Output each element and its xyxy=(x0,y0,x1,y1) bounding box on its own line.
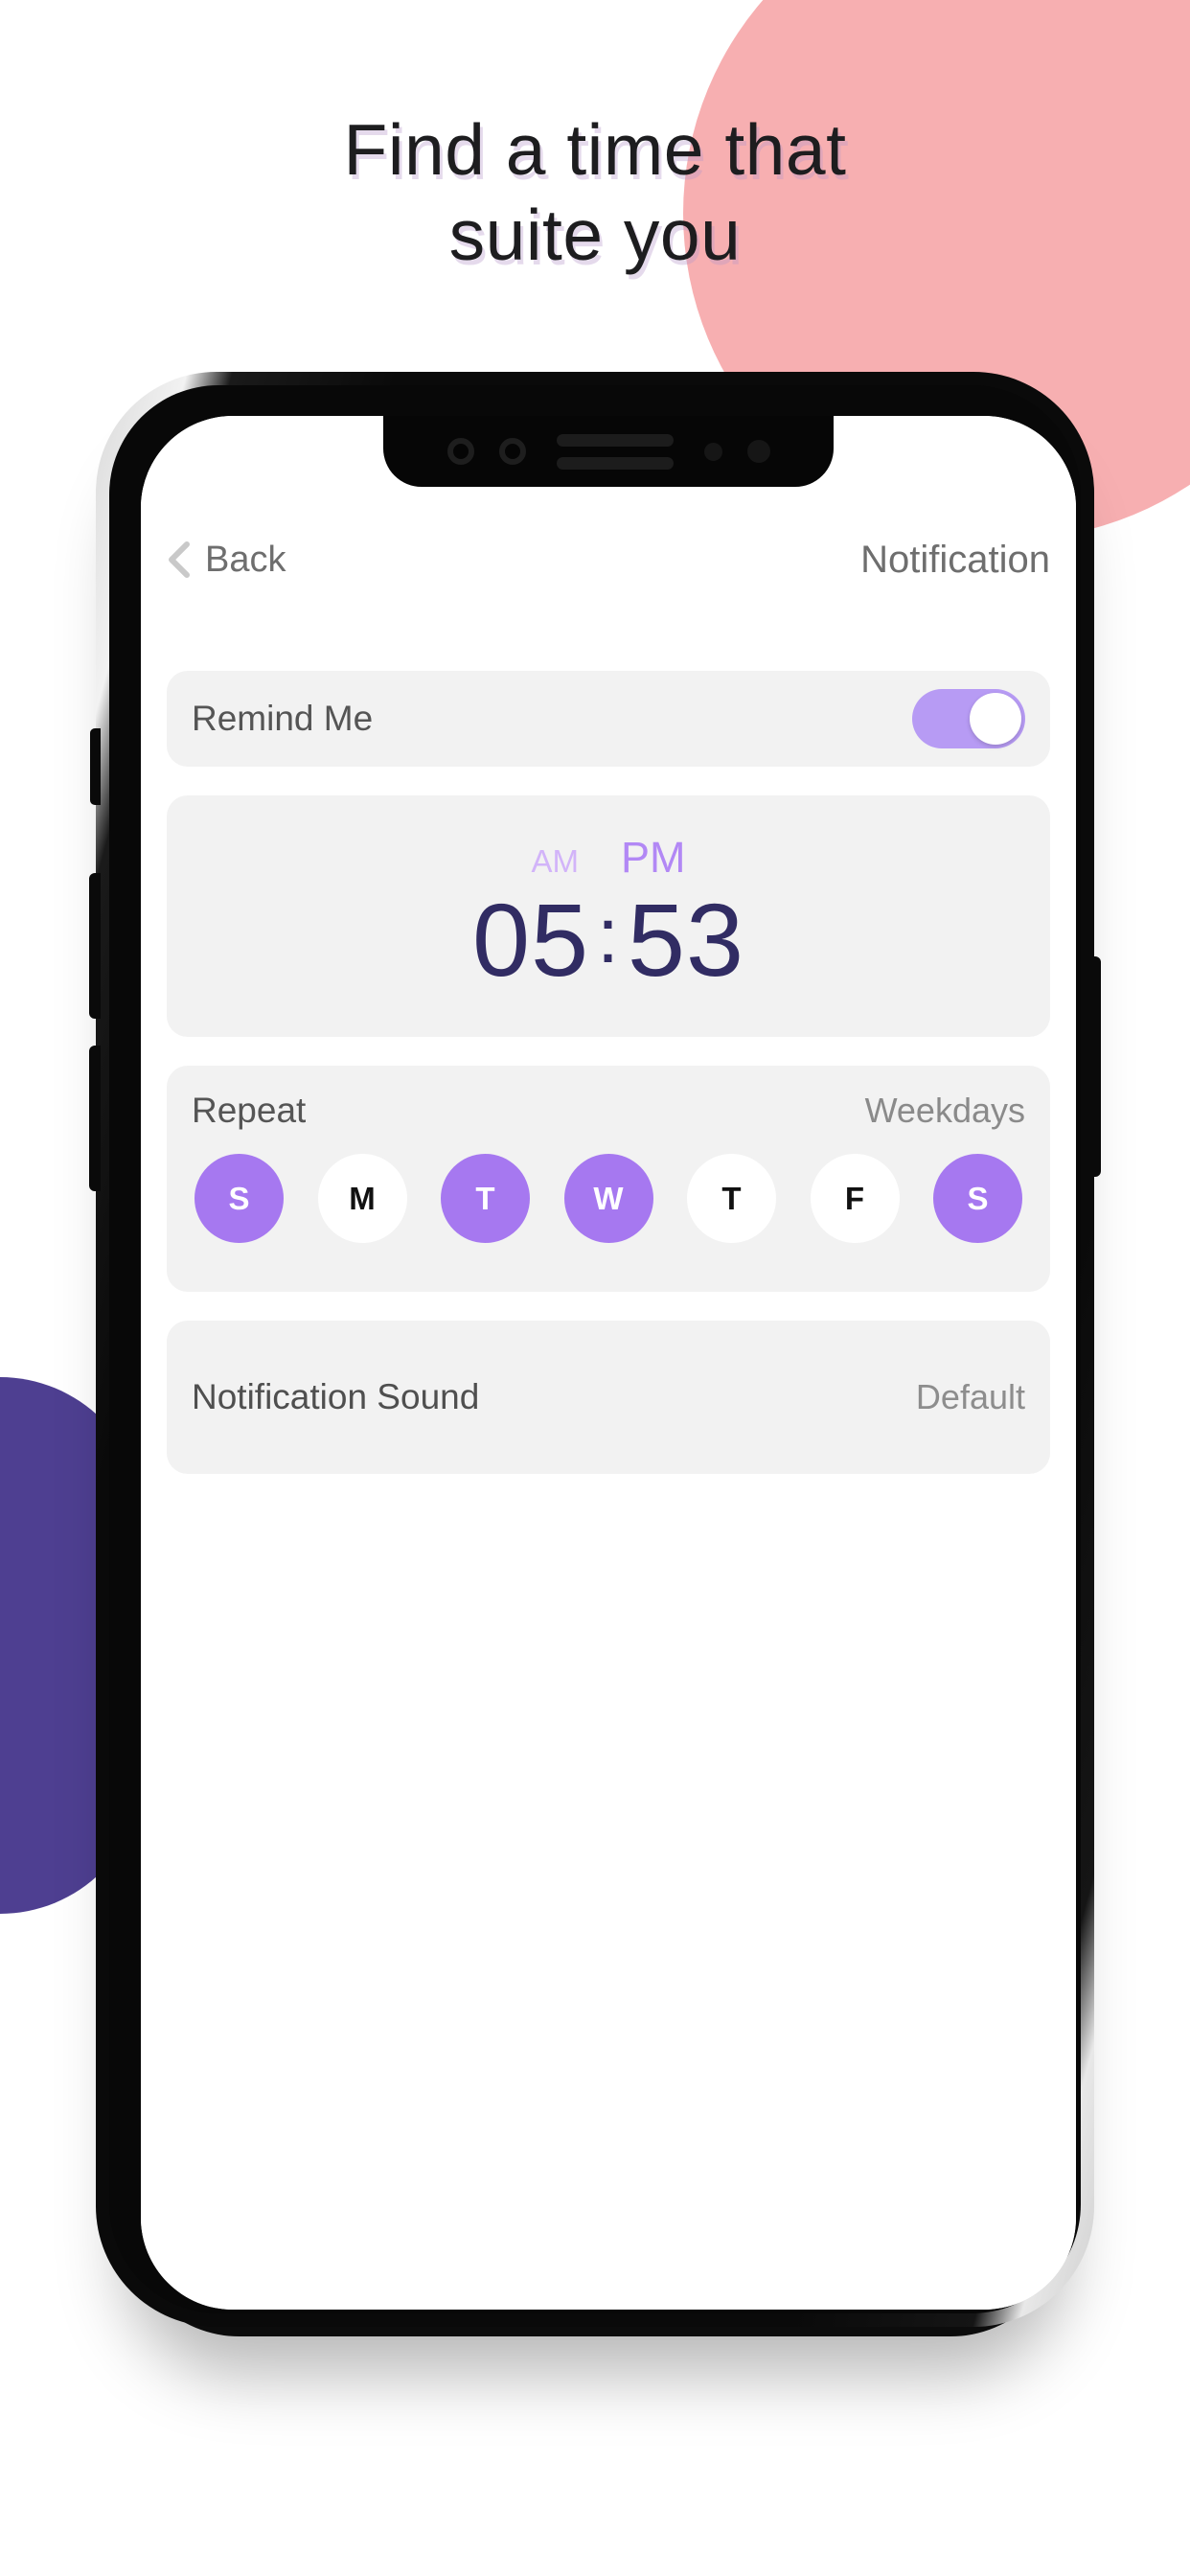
day-chip-4[interactable]: T xyxy=(687,1154,776,1243)
time-hours[interactable]: 05 xyxy=(472,885,589,997)
day-selector: SMTWTFS xyxy=(192,1154,1025,1243)
time-picker-card[interactable]: AM PM 05 : 53 xyxy=(167,795,1050,1037)
remind-me-toggle[interactable] xyxy=(912,689,1025,748)
notification-sound-row[interactable]: Notification Sound Default xyxy=(167,1321,1050,1474)
time-display[interactable]: 05 : 53 xyxy=(472,885,744,997)
back-button[interactable]: Back xyxy=(167,540,286,581)
phone-bezel: Back Notification Remind Me AM PM 05: 5… xyxy=(109,385,1081,2313)
phone-notch xyxy=(383,416,834,487)
notch-camera-icon xyxy=(498,438,526,465)
notification-sound-label: Notification Sound xyxy=(192,1377,480,1416)
ampm-selector: AM PM xyxy=(532,836,686,879)
notch-front-camera-icon xyxy=(746,440,770,463)
phone-volume-down-button[interactable] xyxy=(89,1046,101,1191)
phone-mockup: Back Notification Remind Me AM PM 05: 5… xyxy=(89,372,1101,2346)
back-label: Back xyxy=(205,539,286,580)
notch-speaker-icon xyxy=(556,433,674,470)
phone-frame: Back Notification Remind Me AM PM 05: 5… xyxy=(89,372,1101,2327)
repeat-value[interactable]: Weekdays xyxy=(865,1091,1025,1131)
time-minutes[interactable]: 53 xyxy=(628,885,744,997)
day-chip-3[interactable]: W xyxy=(563,1154,653,1243)
notification-settings-screen: Back Notification Remind Me AM PM 05: 5… xyxy=(141,416,1076,2310)
repeat-label: Repeat xyxy=(192,1091,307,1130)
day-chip-6[interactable]: S xyxy=(933,1154,1022,1243)
page-title: Notification xyxy=(860,538,1050,581)
repeat-header: Repeat Weekdays xyxy=(192,1091,1025,1131)
time-separator: : xyxy=(597,892,620,980)
notification-sound-value[interactable]: Default xyxy=(916,1377,1025,1417)
navigation-bar: Back Notification xyxy=(141,528,1076,591)
day-chip-0[interactable]: S xyxy=(195,1154,284,1243)
promo-headline: Find a time that suite you xyxy=(343,109,847,275)
day-chip-2[interactable]: T xyxy=(441,1154,530,1243)
chevron-left-icon xyxy=(169,541,190,578)
day-chip-1[interactable]: M xyxy=(317,1154,407,1243)
day-chip-5[interactable]: F xyxy=(810,1154,900,1243)
phone-power-button[interactable] xyxy=(1089,956,1101,1177)
phone-volume-up-button[interactable] xyxy=(89,873,101,1019)
toggle-knob xyxy=(970,693,1021,745)
phone-mute-switch[interactable] xyxy=(90,728,101,805)
phone-screen: Back Notification Remind Me AM PM 05: 5… xyxy=(141,416,1076,2310)
notch-proximity-icon xyxy=(703,442,722,461)
notch-sensor-icon xyxy=(446,438,474,465)
repeat-card: Repeat Weekdays SMTWTFS xyxy=(167,1066,1050,1292)
pm-option[interactable]: PM xyxy=(621,836,686,879)
remind-me-label: Remind Me xyxy=(192,699,374,738)
am-option[interactable]: AM xyxy=(532,845,580,877)
remind-me-row[interactable]: Remind Me xyxy=(167,671,1050,767)
